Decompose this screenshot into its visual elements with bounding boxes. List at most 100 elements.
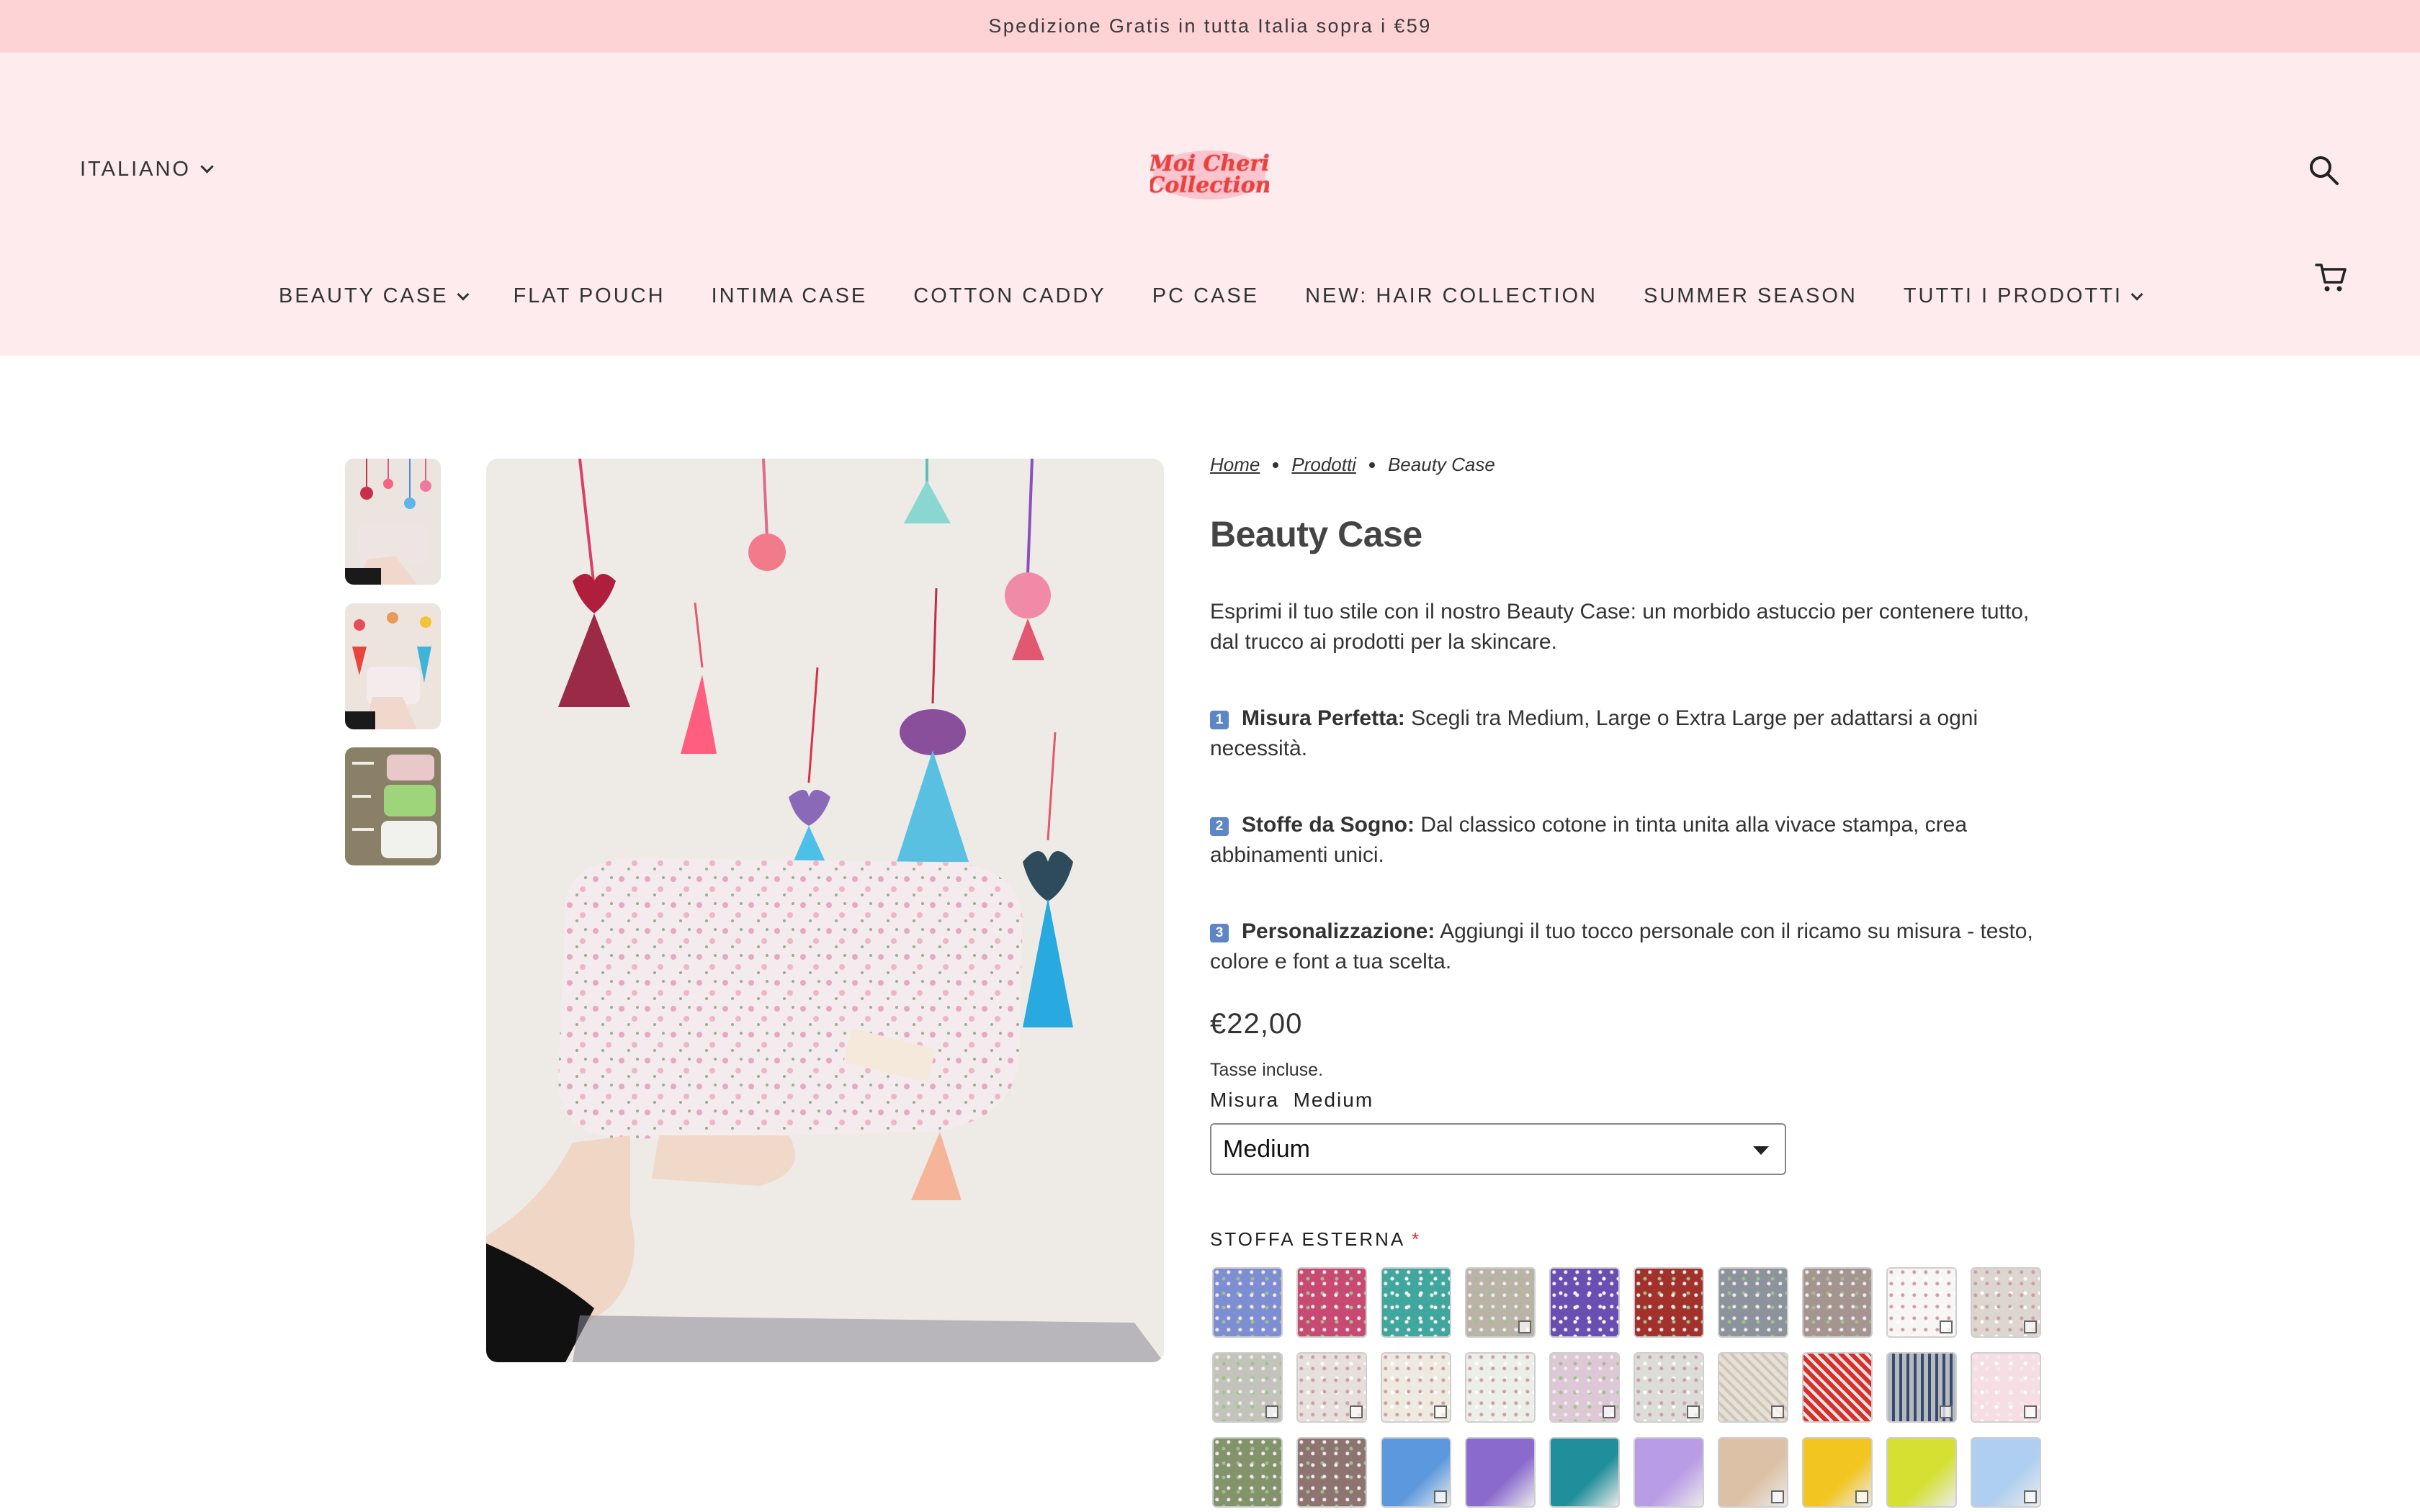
fabric-swatch[interactable] bbox=[1549, 1267, 1620, 1338]
zoom-icon[interactable] bbox=[2024, 1405, 2037, 1418]
breadcrumb-products-link[interactable]: Prodotti bbox=[1291, 454, 1356, 476]
thumbnail-2[interactable] bbox=[345, 603, 441, 729]
nav-item-intima-case[interactable]: INTIMA CASE bbox=[689, 284, 891, 308]
fabric-swatch[interactable] bbox=[1296, 1437, 1367, 1508]
chevron-down-icon bbox=[2130, 288, 2143, 300]
nav-item-beauty-case[interactable]: BEAUTY CASE bbox=[256, 284, 490, 308]
keycap-3-icon: 3 bbox=[1210, 924, 1229, 942]
fabric-swatch[interactable] bbox=[1296, 1352, 1367, 1423]
fabric-swatch[interactable] bbox=[1465, 1267, 1536, 1338]
caret-down-icon bbox=[1753, 1146, 1769, 1155]
fabric-swatch[interactable] bbox=[1718, 1352, 1788, 1423]
zoom-icon[interactable] bbox=[1518, 1320, 1531, 1333]
feature-2: 2 Stoffe da Sogno: Dal classico cotone in… bbox=[1210, 810, 2045, 870]
language-label: ITALIANO bbox=[80, 158, 191, 181]
fabric-swatch[interactable] bbox=[1381, 1352, 1451, 1423]
product-title: Beauty Case bbox=[1210, 514, 1422, 554]
size-select[interactable]: Medium bbox=[1210, 1123, 1786, 1175]
nav-item-cotton-caddy[interactable]: COTTON CADDY bbox=[890, 284, 1129, 308]
site-header: ITALIANO Moi Cheri Collection BEAUTY CAS… bbox=[0, 53, 2420, 356]
fabric-swatch[interactable] bbox=[1971, 1352, 2041, 1423]
zoom-icon[interactable] bbox=[1603, 1405, 1615, 1418]
nav-item-summer-season[interactable]: SUMMER SEASON bbox=[1621, 284, 1881, 308]
nav-label: TUTTI I PRODOTTI bbox=[1903, 284, 2123, 307]
fabric-swatch[interactable] bbox=[1465, 1437, 1536, 1508]
zoom-icon[interactable] bbox=[1940, 1405, 1953, 1418]
nav-label: BEAUTY CASE bbox=[279, 284, 449, 307]
keycap-1-icon: 1 bbox=[1210, 711, 1229, 729]
feature-1-title: Misura Perfetta: bbox=[1242, 706, 1405, 730]
zoom-icon[interactable] bbox=[1687, 1405, 1700, 1418]
fabric-swatch[interactable] bbox=[1634, 1352, 1704, 1423]
fabric-swatch[interactable] bbox=[1634, 1437, 1704, 1508]
fabric-swatch[interactable] bbox=[1634, 1267, 1704, 1338]
nav-item-pc-case[interactable]: PC CASE bbox=[1129, 284, 1282, 308]
logo-graphic: Moi Cheri Collection bbox=[1147, 150, 1272, 199]
fabric-swatch[interactable] bbox=[1718, 1267, 1788, 1338]
size-current-value: Medium bbox=[1293, 1089, 1374, 1111]
zoom-icon[interactable] bbox=[1771, 1490, 1784, 1503]
product-description: Esprimi il tuo stile con il nostro Beaut… bbox=[1210, 600, 2030, 654]
size-select-value: Medium bbox=[1223, 1135, 1310, 1163]
chevron-down-icon bbox=[200, 160, 214, 174]
thumbnail-1[interactable] bbox=[345, 459, 441, 585]
main-product-image[interactable] bbox=[486, 459, 1164, 1362]
zoom-icon[interactable] bbox=[1940, 1320, 1953, 1333]
fabric-swatch[interactable] bbox=[1802, 1267, 1873, 1338]
feature-3-title: Personalizzazione: bbox=[1242, 919, 1435, 943]
fabric-swatch[interactable] bbox=[1971, 1437, 2041, 1508]
required-marker: * bbox=[1412, 1228, 1422, 1250]
nav-label: INTIMA CASE bbox=[711, 284, 868, 307]
fabric-label-text: STOFFA ESTERNA bbox=[1210, 1228, 1404, 1250]
fabric-swatch[interactable] bbox=[1802, 1437, 1873, 1508]
product-info: Home Prodotti Beauty Case Beauty Case Es… bbox=[1210, 454, 2045, 1508]
zoom-icon[interactable] bbox=[2024, 1490, 2037, 1503]
fabric-swatch[interactable] bbox=[1802, 1352, 1873, 1423]
fabric-swatch[interactable] bbox=[1718, 1437, 1788, 1508]
zoom-icon[interactable] bbox=[2024, 1320, 2037, 1333]
announcement-text: Spedizione Gratis in tutta Italia sopra … bbox=[988, 15, 1432, 37]
fabric-swatch-grid bbox=[1212, 1267, 2041, 1508]
fabric-swatch[interactable] bbox=[1381, 1437, 1451, 1508]
language-selector[interactable]: ITALIANO bbox=[80, 158, 214, 181]
keycap-2-icon: 2 bbox=[1210, 817, 1229, 836]
zoom-icon[interactable] bbox=[1265, 1405, 1278, 1418]
nav-label: NEW: HAIR COLLECTION bbox=[1305, 284, 1597, 307]
fabric-swatch[interactable] bbox=[1296, 1267, 1367, 1338]
zoom-icon[interactable] bbox=[1855, 1490, 1868, 1503]
site-logo[interactable]: Moi Cheri Collection bbox=[1147, 145, 1272, 204]
feature-3: 3 Personalizzazione: Aggiungi il tuo tocc… bbox=[1210, 917, 2045, 977]
fabric-swatch[interactable] bbox=[1886, 1437, 1957, 1508]
fabric-swatch[interactable] bbox=[1549, 1352, 1620, 1423]
zoom-icon[interactable] bbox=[1771, 1405, 1784, 1418]
breadcrumb-separator bbox=[1368, 462, 1375, 468]
thumbnail-3[interactable] bbox=[345, 747, 441, 865]
zoom-icon[interactable] bbox=[1350, 1405, 1363, 1418]
nav-label: COTTON CADDY bbox=[913, 284, 1106, 307]
fabric-swatch[interactable] bbox=[1212, 1267, 1283, 1338]
fabric-swatch[interactable] bbox=[1886, 1352, 1957, 1423]
breadcrumb-current: Beauty Case bbox=[1387, 454, 1495, 475]
fabric-swatch[interactable] bbox=[1465, 1352, 1536, 1423]
search-button[interactable] bbox=[2306, 153, 2342, 189]
fabric-swatch[interactable] bbox=[1212, 1352, 1283, 1423]
nav-item-tutti-i-prodotti[interactable]: TUTTI I PRODOTTI bbox=[1881, 284, 2164, 308]
search-icon bbox=[2310, 156, 2339, 185]
nav-item-hair-collection[interactable]: NEW: HAIR COLLECTION bbox=[1282, 284, 1621, 308]
chevron-down-icon bbox=[457, 288, 470, 300]
size-label: Misura Medium bbox=[1210, 1089, 1373, 1112]
product-photo bbox=[486, 459, 1164, 1362]
fabric-swatch[interactable] bbox=[1886, 1267, 1957, 1338]
logo-text-line2: Collection bbox=[1150, 173, 1269, 198]
fabric-swatch[interactable] bbox=[1971, 1267, 2041, 1338]
zoom-icon[interactable] bbox=[1434, 1490, 1447, 1503]
breadcrumb: Home Prodotti Beauty Case bbox=[1210, 454, 2045, 476]
fabric-swatch[interactable] bbox=[1212, 1437, 1283, 1508]
nav-label: FLAT POUCH bbox=[513, 284, 666, 307]
fabric-swatch[interactable] bbox=[1381, 1267, 1451, 1338]
zoom-icon[interactable] bbox=[1434, 1405, 1447, 1418]
main-navigation: BEAUTY CASE FLAT POUCH INTIMA CASE COTTO… bbox=[0, 284, 2420, 308]
fabric-swatch[interactable] bbox=[1549, 1437, 1620, 1508]
breadcrumb-home-link[interactable]: Home bbox=[1210, 454, 1260, 476]
nav-item-flat-pouch[interactable]: FLAT POUCH bbox=[490, 284, 689, 308]
